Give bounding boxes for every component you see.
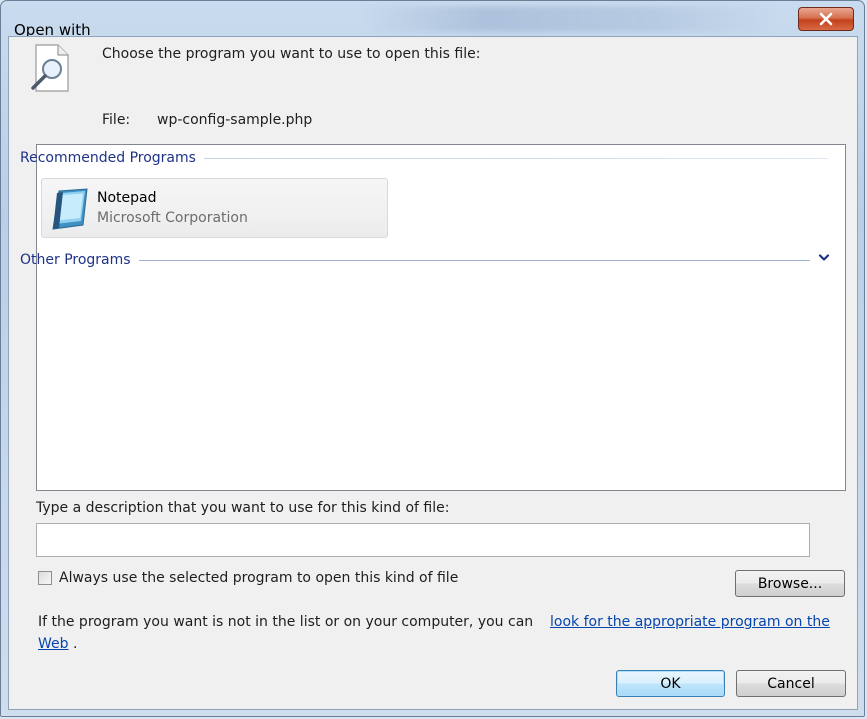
web-link-continued[interactable]: Web <box>38 636 69 652</box>
group-divider <box>203 157 828 159</box>
always-use-label[interactable]: Always use the selected program to open … <box>59 570 458 586</box>
title-bar[interactable]: Open with <box>0 0 867 39</box>
always-use-checkbox[interactable] <box>38 571 52 585</box>
description-input[interactable] <box>36 523 810 557</box>
recommended-programs-label: Recommended Programs <box>20 150 196 166</box>
browse-button[interactable]: Browse... <box>735 570 845 597</box>
magnifier-document-icon <box>31 44 69 92</box>
file-label: File: <box>102 112 131 128</box>
notepad-icon <box>52 188 88 230</box>
program-item-notepad[interactable]: Notepad Microsoft Corporation <box>41 178 388 238</box>
ok-button[interactable]: OK <box>616 670 725 697</box>
help-text: If the program you want is not in the li… <box>38 614 534 630</box>
program-name: Notepad <box>97 190 157 206</box>
program-company: Microsoft Corporation <box>97 210 248 226</box>
description-label: Type a description that you want to use … <box>36 500 450 516</box>
prompt-text: Choose the program you want to use to op… <box>102 46 481 62</box>
title-bar-glass <box>360 6 780 32</box>
chevron-down-icon[interactable] <box>818 252 830 264</box>
help-text-end: . <box>73 636 78 652</box>
cancel-button[interactable]: Cancel <box>736 670 846 697</box>
recommended-programs-header: Recommended Programs <box>20 148 828 168</box>
close-button[interactable] <box>798 7 854 31</box>
file-name: wp-config-sample.php <box>157 112 313 128</box>
group-divider <box>138 259 810 261</box>
other-programs-label: Other Programs <box>20 252 131 268</box>
other-programs-header[interactable]: Other Programs <box>20 250 810 270</box>
web-link[interactable]: look for the appropriate program on the <box>550 614 830 630</box>
close-icon <box>819 12 833 26</box>
